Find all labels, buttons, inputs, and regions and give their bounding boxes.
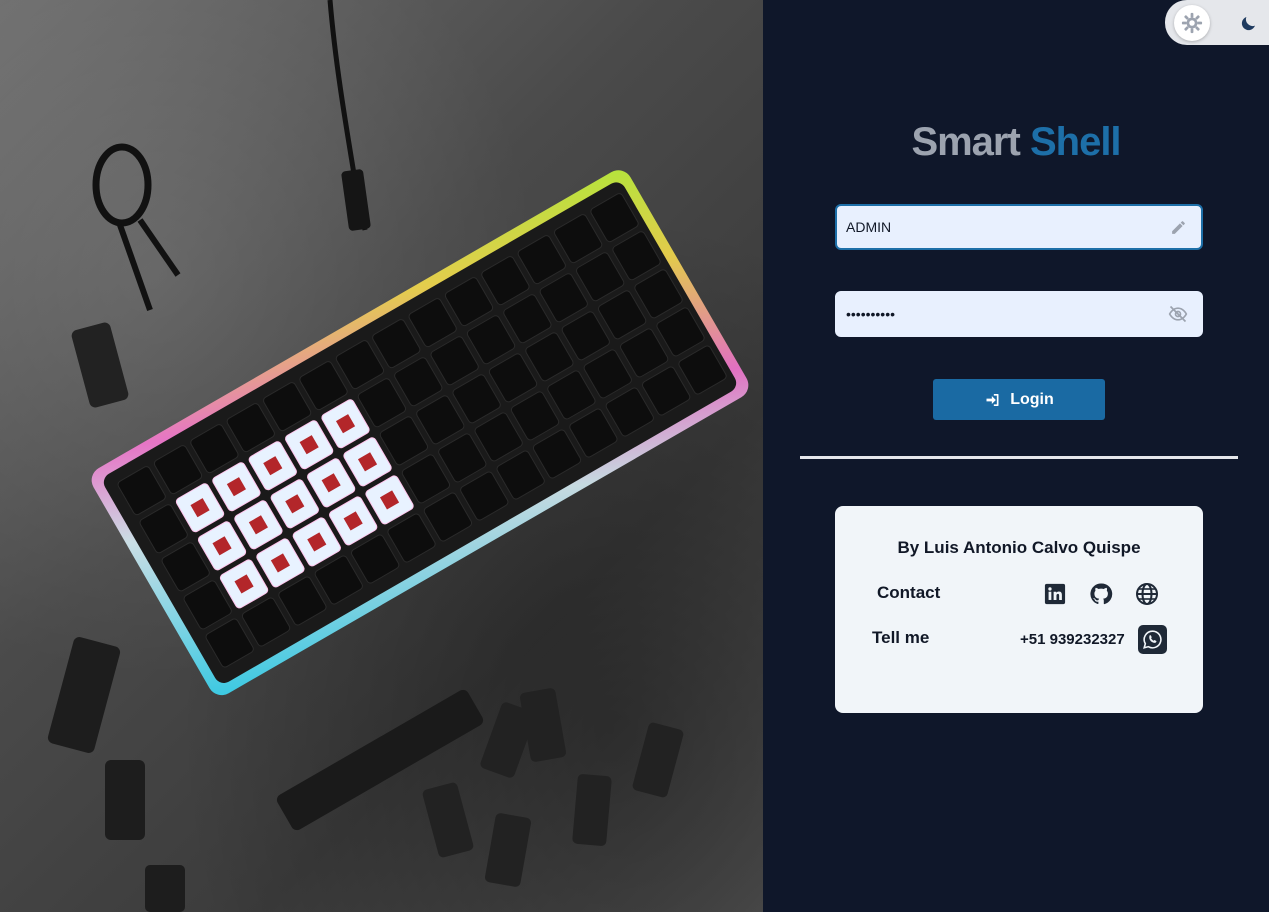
keyboard-illustration [47,0,749,912]
username-input[interactable] [837,206,1163,248]
github-link[interactable] [1087,580,1115,608]
hero-image [0,0,763,912]
tell-me-label: Tell me [872,628,930,647]
password-input[interactable] [837,293,1163,335]
phone-number: +51 939232327 [1020,631,1125,648]
sign-in-icon [986,393,999,406]
globe-icon [1136,583,1158,605]
website-link[interactable] [1133,580,1161,608]
username-field [835,204,1203,250]
sun-gear-icon [1181,12,1203,33]
edit-username-button[interactable] [1163,212,1193,242]
theme-toggle [1165,0,1269,45]
linkedin-link[interactable] [1041,580,1069,608]
app-title-part2: Shell [1029,120,1122,164]
whatsapp-link[interactable] [1138,625,1167,654]
contact-label: Contact [877,583,941,602]
login-button-label: Login [1010,390,1054,408]
linkedin-icon [1044,583,1066,605]
pencil-icon [1171,220,1185,234]
credits-card: By Luis Antonio Calvo Quispe Contact Tel… [835,506,1203,713]
toggle-password-visibility[interactable] [1163,299,1193,329]
whatsapp-icon [1143,630,1162,649]
app-title: Smart Shell [763,120,1269,165]
moon-icon [1241,16,1255,30]
app-title-part1: Smart [911,120,1020,164]
author-credit: By Luis Antonio Calvo Quispe [897,538,1141,557]
login-button[interactable]: Login [933,379,1105,420]
dark-theme-button[interactable] [1231,5,1267,41]
light-theme-button[interactable] [1174,4,1210,41]
divider [800,456,1238,459]
github-icon [1090,583,1113,605]
login-panel: Smart Shell Login By Luis Antonio Calv [763,0,1269,912]
password-field [835,291,1203,337]
eye-off-icon [1168,305,1188,323]
